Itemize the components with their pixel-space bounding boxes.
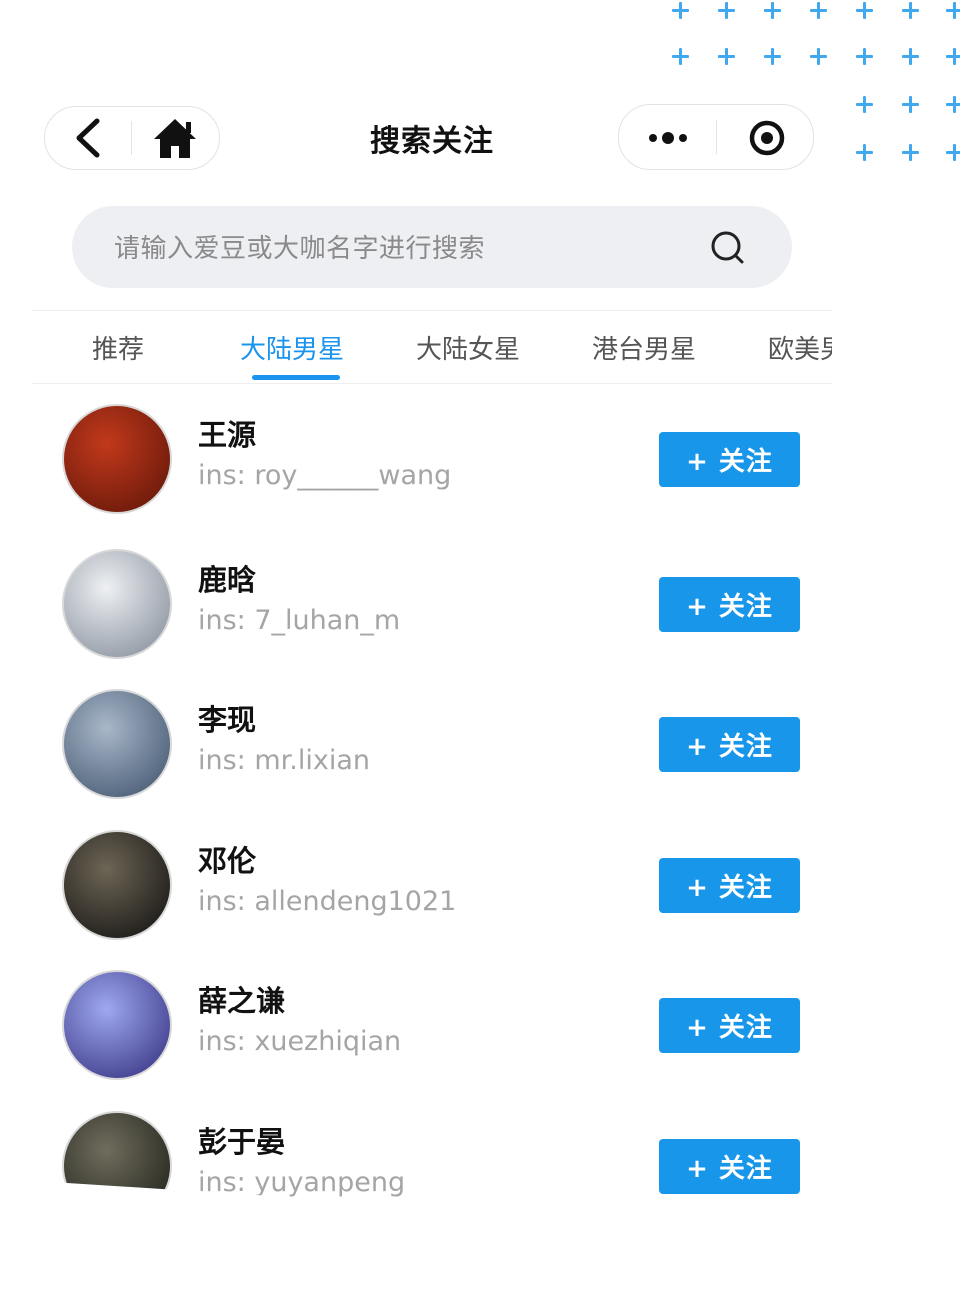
avatar[interactable]: [62, 830, 172, 940]
active-tab-indicator: [252, 375, 340, 380]
follow-button[interactable]: + 关注: [659, 1139, 800, 1194]
decorative-plus-icon: [718, 48, 735, 65]
avatar[interactable]: [62, 404, 172, 514]
tab-mainland-male[interactable]: 大陆男星: [240, 329, 344, 366]
list-item[interactable]: 王源 ins: roy______wang + 关注: [32, 382, 832, 522]
follow-button[interactable]: + 关注: [659, 432, 800, 487]
star-name: 王源: [198, 418, 257, 452]
decorative-plus-icon: [902, 2, 919, 19]
avatar[interactable]: [62, 1111, 172, 1221]
search-bar[interactable]: 请输入爱豆或大咖名字进行搜索: [72, 206, 792, 288]
follow-button[interactable]: + 关注: [659, 577, 800, 632]
title-bar: 搜索关注: [32, 92, 832, 200]
decorative-plus-icon: [764, 2, 781, 19]
more-dots-icon: [649, 132, 687, 144]
decorative-plus-icon: [764, 48, 781, 65]
menu-capsule: [618, 104, 814, 170]
list-item[interactable]: 彭于晏 ins: yuyanpeng + 关注: [32, 1089, 832, 1229]
tab-recommend[interactable]: 推荐: [92, 329, 144, 366]
search-input[interactable]: 请输入爱豆或大咖名字进行搜索: [114, 228, 485, 265]
decorative-plus-icon: [946, 48, 960, 65]
decorative-plus-icon: [672, 48, 689, 65]
list-item[interactable]: 李现 ins: mr.lixian + 关注: [32, 667, 832, 807]
decorative-plus-icon: [718, 2, 735, 19]
star-name: 李现: [198, 703, 257, 737]
decorative-plus-icon: [946, 2, 960, 19]
decorative-plus-icon: [902, 48, 919, 65]
list-item[interactable]: 薛之谦 ins: xuezhiqian + 关注: [32, 948, 832, 1088]
decorative-plus-icon: [902, 96, 919, 113]
tab-hktw-male[interactable]: 港台男星: [592, 329, 696, 366]
decorative-plus-icon: [902, 144, 919, 161]
more-button[interactable]: [619, 105, 716, 169]
tab-western-male[interactable]: 欧美男星: [768, 329, 832, 366]
decorative-plus-icon: [856, 2, 873, 19]
ins-handle: ins: allendeng1021: [198, 886, 457, 917]
phone-screen: 搜索关注 请输入爱豆或大咖名字进行搜索 推荐 大陆男星 大陆女星 港台男星 欧美…: [32, 92, 832, 1232]
list-item[interactable]: 鹿晗 ins: 7_luhan_m + 关注: [32, 527, 832, 667]
ins-handle: ins: roy______wang: [198, 460, 452, 491]
follow-button[interactable]: + 关注: [659, 717, 800, 772]
follow-button[interactable]: + 关注: [659, 858, 800, 913]
ins-handle: ins: yuyanpeng: [198, 1167, 406, 1198]
ins-handle: ins: xuezhiqian: [198, 1026, 402, 1057]
decorative-plus-icon: [856, 144, 873, 161]
search-icon[interactable]: [708, 228, 748, 268]
decorative-plus-icon: [856, 48, 873, 65]
tab-mainland-female[interactable]: 大陆女星: [416, 329, 520, 366]
avatar[interactable]: [62, 970, 172, 1080]
decorative-plus-icon: [672, 2, 689, 19]
avatar[interactable]: [62, 549, 172, 659]
star-name: 邓伦: [198, 844, 257, 878]
star-name: 薛之谦: [198, 984, 286, 1018]
target-icon: [749, 120, 785, 156]
close-miniapp-button[interactable]: [717, 105, 813, 169]
follow-button[interactable]: + 关注: [659, 998, 800, 1053]
decorative-plus-icon: [946, 144, 960, 161]
decorative-plus-icon: [946, 96, 960, 113]
ins-handle: ins: 7_luhan_m: [198, 605, 401, 636]
category-tabs: 推荐 大陆男星 大陆女星 港台男星 欧美男星: [32, 310, 832, 384]
star-name: 彭于晏: [198, 1125, 286, 1159]
decorative-plus-icon: [810, 48, 827, 65]
star-name: 鹿晗: [198, 563, 257, 597]
ins-handle: ins: mr.lixian: [198, 745, 371, 776]
decorative-plus-icon: [856, 96, 873, 113]
list-item[interactable]: 邓伦 ins: allendeng1021 + 关注: [32, 808, 832, 948]
decorative-plus-icon: [810, 2, 827, 19]
avatar[interactable]: [62, 689, 172, 799]
